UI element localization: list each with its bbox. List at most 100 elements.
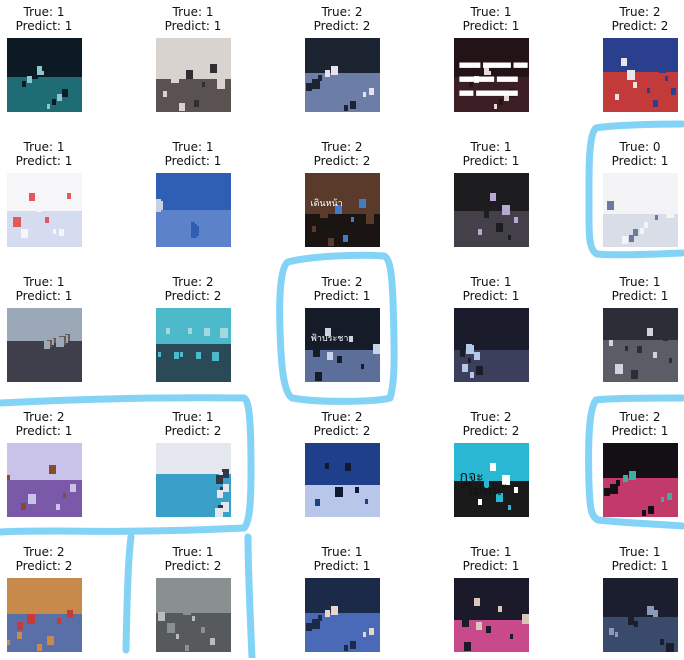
thumbnail-image: เดินหน้า (304, 173, 380, 247)
grid-cell: True: 2 Predict: 2 (133, 270, 253, 390)
thumbnail-caption: "ไม่ทน" (459, 483, 508, 499)
predict-label: Predict: 2 (313, 424, 371, 438)
grid-cell: True: 1 Predict: 1 (580, 270, 684, 390)
thumbnail-caption: ▀▀▀ ▀▀▀▀ ▀▀ (459, 64, 528, 74)
true-label: True: 1 (172, 410, 214, 424)
thumbnail-image: กูจะ "ไม่ทน" (453, 443, 529, 517)
predict-label: Predict: 1 (15, 424, 73, 438)
grid-cell: True: 1 Predict: 1 (133, 135, 253, 255)
prediction-grid: True: 1 Predict: 1 True: 1 Predict: 1 True: … (0, 0, 684, 658)
thumbnail-caption: ▀▀▀▀▀ ▀▀▀ (459, 78, 518, 88)
thumbnail-image (453, 173, 529, 247)
grid-cell: True: 1 Predict: 1 ▀▀▀ ▀▀▀▀ ▀▀ ▀▀▀▀▀ ▀▀▀ ▀▀ … (431, 0, 551, 120)
predict-label: Predict: 1 (15, 289, 73, 303)
thumbnail-image (6, 443, 82, 517)
thumbnail-image (602, 308, 678, 382)
thumbnail-image (453, 308, 529, 382)
thumbnail-image (304, 578, 380, 652)
thumbnail-image (304, 38, 380, 112)
thumbnail-image (602, 38, 678, 112)
thumbnail-image: ▀▀▀ ▀▀▀▀ ▀▀ ▀▀▀▀▀ ▀▀▀ ▀▀ ▀▀▀▀▀▀ (453, 38, 529, 112)
thumbnail-image (155, 578, 231, 652)
thumbnail-image (304, 443, 380, 517)
predict-label: Predict: 1 (611, 559, 669, 573)
grid-cell: True: 1 Predict: 1 (0, 0, 104, 120)
predict-label: Predict: 1 (611, 424, 669, 438)
grid-cell: True: 1 Predict: 1 (431, 540, 551, 660)
grid-cell: True: 1 Predict: 1 (0, 270, 104, 390)
true-label: True: 1 (23, 140, 65, 154)
thumbnail-image (6, 578, 82, 652)
predict-label: Predict: 1 (462, 154, 520, 168)
true-label: True: 1 (172, 140, 214, 154)
predict-label: Predict: 2 (164, 424, 222, 438)
grid-cell: True: 2 Predict: 2 เดินหน้า (282, 135, 402, 255)
predict-label: Predict: 1 (15, 154, 73, 168)
true-label: True: 1 (172, 5, 214, 19)
grid-cell: True: 0 Predict: 1 (580, 135, 684, 255)
thumbnail-image (453, 578, 529, 652)
predict-label: Predict: 1 (462, 19, 520, 33)
true-label: True: 2 (23, 410, 65, 424)
predict-label: Predict: 2 (164, 289, 222, 303)
thumbnail-image (6, 308, 82, 382)
grid-cell: True: 1 Predict: 2 (133, 405, 253, 525)
thumbnail-image (155, 308, 231, 382)
predict-label: Predict: 2 (611, 19, 669, 33)
predict-label: Predict: 2 (15, 559, 73, 573)
thumbnail-caption: ▀▀ ▀▀▀▀▀▀ (459, 92, 518, 102)
grid-cell: True: 1 Predict: 1 (431, 270, 551, 390)
predict-label: Predict: 1 (611, 154, 669, 168)
true-label: True: 1 (470, 140, 512, 154)
grid-cell: True: 2 Predict: 2 (580, 0, 684, 120)
thumbnail-image (602, 173, 678, 247)
thumbnail-caption: เดินหน้า (310, 199, 343, 209)
true-label: True: 1 (619, 545, 661, 559)
thumbnail-image (602, 443, 678, 517)
predict-label: Predict: 1 (611, 289, 669, 303)
predict-label: Predict: 2 (164, 559, 222, 573)
grid-cell: True: 1 Predict: 1 (133, 0, 253, 120)
true-label: True: 2 (321, 5, 363, 19)
true-label: True: 2 (470, 410, 512, 424)
true-label: True: 2 (619, 410, 661, 424)
predict-label: Predict: 2 (313, 19, 371, 33)
grid-cell: True: 2 Predict: 1 ฟ้าประชา (282, 270, 402, 390)
true-label: True: 0 (619, 140, 661, 154)
predict-label: Predict: 1 (15, 19, 73, 33)
grid-cell: True: 2 Predict: 1 (580, 405, 684, 525)
true-label: True: 2 (172, 275, 214, 289)
true-label: True: 2 (321, 410, 363, 424)
true-label: True: 2 (619, 5, 661, 19)
predict-label: Predict: 2 (462, 424, 520, 438)
thumbnail-caption: ฟ้าประชา (310, 334, 349, 344)
true-label: True: 1 (172, 545, 214, 559)
true-label: True: 1 (470, 5, 512, 19)
predict-label: Predict: 1 (313, 289, 371, 303)
true-label: True: 1 (619, 275, 661, 289)
true-label: True: 1 (321, 545, 363, 559)
grid-cell: True: 2 Predict: 2 (0, 540, 104, 660)
grid-cell: True: 2 Predict: 2 (282, 0, 402, 120)
predict-label: Predict: 1 (164, 19, 222, 33)
thumbnail-image (6, 38, 82, 112)
grid-cell: True: 1 Predict: 1 (282, 540, 402, 660)
true-label: True: 1 (470, 275, 512, 289)
grid-cell: True: 1 Predict: 2 (133, 540, 253, 660)
predict-label: Predict: 1 (462, 559, 520, 573)
grid-cell: True: 2 Predict: 2 (282, 405, 402, 525)
thumbnail-image (6, 173, 82, 247)
grid-cell: True: 2 Predict: 2 กูจะ "ไม่ทน" (431, 405, 551, 525)
thumbnail-image (155, 173, 231, 247)
thumbnail-image (155, 443, 231, 517)
predict-label: Predict: 1 (164, 154, 222, 168)
grid-cell: True: 1 Predict: 1 (431, 135, 551, 255)
thumbnail-image: ฟ้าประชา (304, 308, 380, 382)
grid-cell: True: 1 Predict: 1 (0, 135, 104, 255)
true-label: True: 1 (23, 275, 65, 289)
grid-cell: True: 1 Predict: 1 (580, 540, 684, 660)
grid-cell: True: 2 Predict: 1 (0, 405, 104, 525)
true-label: True: 1 (470, 545, 512, 559)
true-label: True: 2 (23, 545, 65, 559)
true-label: True: 2 (321, 275, 363, 289)
